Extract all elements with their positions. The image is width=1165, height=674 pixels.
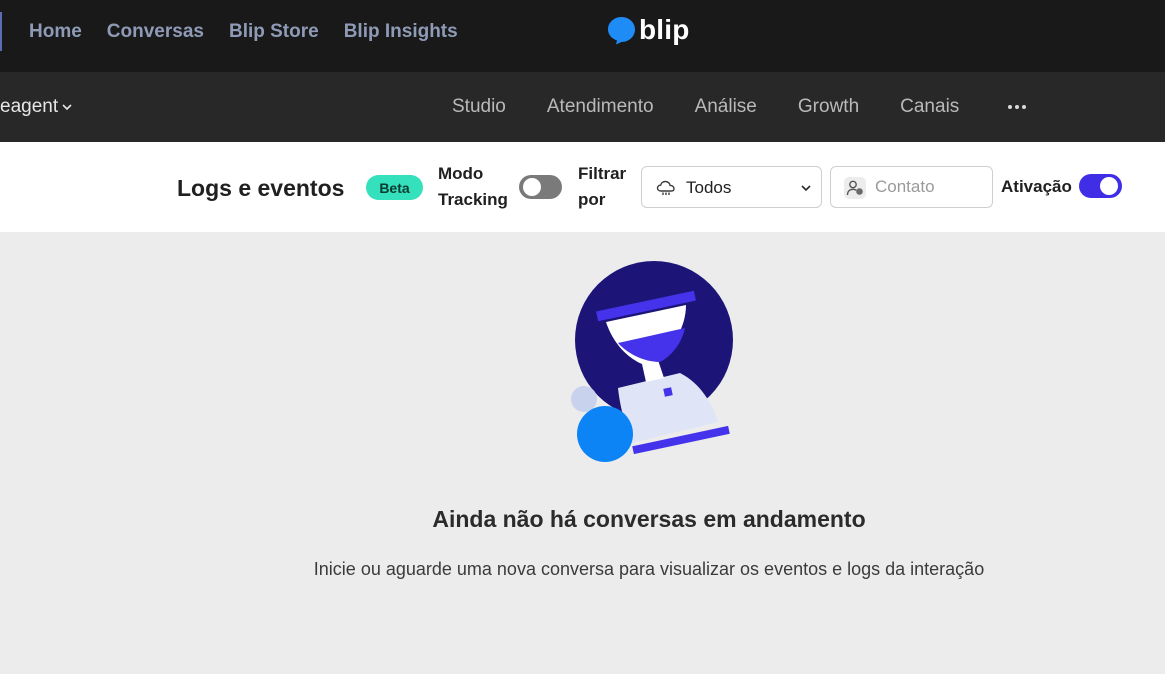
beta-badge: Beta bbox=[366, 175, 423, 200]
contact-input[interactable] bbox=[875, 176, 985, 198]
menu-growth[interactable]: Growth bbox=[798, 96, 859, 118]
chevron-down-icon bbox=[801, 185, 811, 192]
filter-label-line2: por bbox=[578, 190, 606, 209]
toggle-knob bbox=[523, 178, 541, 196]
activation-toggle[interactable] bbox=[1079, 174, 1122, 198]
product-menu: Studio Atendimento Análise Growth Canais bbox=[452, 72, 959, 142]
toggle-knob bbox=[1100, 177, 1118, 195]
top-navbar: Home Conversas Blip Store Blip Insights … bbox=[0, 0, 1165, 72]
nav-blip-insights[interactable]: Blip Insights bbox=[344, 21, 458, 43]
page-title: Logs e eventos bbox=[177, 175, 345, 201]
filter-select[interactable]: Todos bbox=[641, 166, 822, 208]
cloud-icon bbox=[656, 180, 675, 195]
more-options-icon[interactable] bbox=[1008, 105, 1026, 109]
product-navbar: eagent Studio Atendimento Análise Growth… bbox=[0, 72, 1165, 142]
menu-studio[interactable]: Studio bbox=[452, 96, 506, 118]
blip-bubble-icon bbox=[608, 16, 635, 44]
bot-name: eagent bbox=[0, 96, 59, 117]
menu-atendimento[interactable]: Atendimento bbox=[547, 96, 654, 118]
blip-logo[interactable]: blip bbox=[607, 14, 690, 46]
tracking-label: Modo Tracking bbox=[438, 161, 508, 213]
logs-toolbar: Logs e eventos Beta Modo Tracking Filtra… bbox=[0, 142, 1165, 232]
menu-analise[interactable]: Análise bbox=[695, 96, 757, 118]
nav-blip-store[interactable]: Blip Store bbox=[229, 21, 319, 43]
filter-label: Filtrar por bbox=[578, 161, 626, 213]
filter-label-line1: Filtrar bbox=[578, 164, 627, 183]
main-nav-links: Home Conversas Blip Store Blip Insights bbox=[29, 0, 458, 64]
activation-label: Ativação bbox=[1001, 177, 1072, 196]
filter-select-value: Todos bbox=[686, 178, 732, 197]
contact-icon bbox=[844, 177, 866, 199]
chevron-down-icon bbox=[62, 104, 72, 111]
nav-home[interactable]: Home bbox=[29, 21, 82, 43]
bot-selector[interactable]: eagent bbox=[0, 72, 73, 142]
empty-state-title: Ainda não há conversas em andamento bbox=[432, 506, 866, 532]
tracking-toggle[interactable] bbox=[519, 175, 562, 199]
nav-edge-divider bbox=[0, 12, 2, 51]
contact-search[interactable] bbox=[830, 166, 993, 208]
empty-state-subtitle: Inicie ou aguarde uma nova conversa para… bbox=[313, 559, 985, 579]
hourglass-illustration bbox=[571, 261, 733, 462]
menu-canais[interactable]: Canais bbox=[900, 96, 959, 118]
tracking-label-line2: Tracking bbox=[438, 190, 508, 209]
nav-conversas[interactable]: Conversas bbox=[107, 21, 204, 43]
tracking-label-line1: Modo bbox=[438, 164, 484, 183]
blip-logo-text: blip bbox=[639, 14, 690, 45]
